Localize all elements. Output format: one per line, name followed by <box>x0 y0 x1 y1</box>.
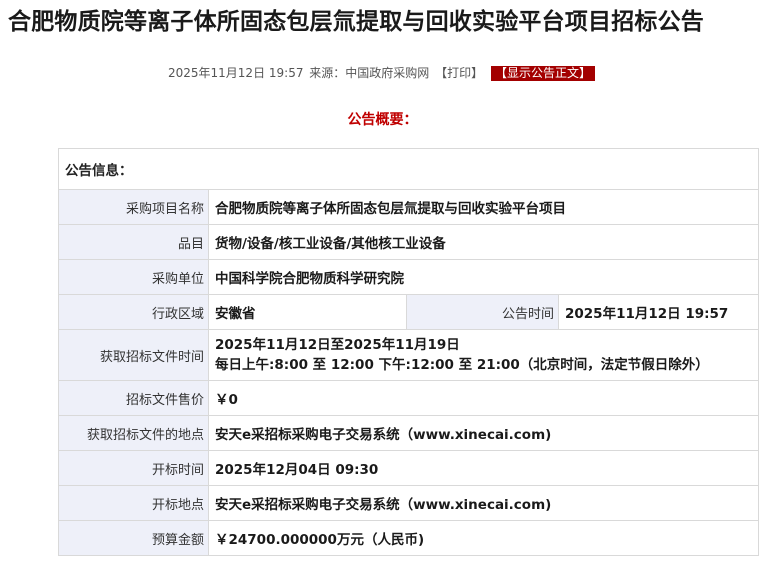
doc-location-label: 获取招标文件的地点 <box>58 415 209 451</box>
table-row: 行政区域 安徽省 公告时间 2025年11月12日 19:57 <box>58 294 759 330</box>
project-name-label: 采购项目名称 <box>58 189 209 225</box>
table-row: 预算金额 ￥24700.000000万元（人民币) <box>58 520 759 556</box>
table-row: 品目 货物/设备/核工业设备/其他核工业设备 <box>58 224 759 260</box>
open-location-value: 安天e采招标采购电子交易系统（www.xinecai.com) <box>208 485 759 521</box>
announcement-info-table: 公告信息： 采购项目名称 合肥物质院等离子体所固态包层氚提取与回收实验平台项目 … <box>58 148 759 556</box>
category-label: 品目 <box>58 224 209 260</box>
table-row: 开标时间 2025年12月04日 09:30 <box>58 450 759 486</box>
table-row: 获取招标文件时间 2025年11月12日至2025年11月19日 每日上午:8:… <box>58 329 759 381</box>
doc-price-label: 招标文件售价 <box>58 380 209 416</box>
doc-price-value: ￥0 <box>208 380 759 416</box>
buyer-label: 采购单位 <box>58 259 209 295</box>
table-row: 开标地点 安天e采招标采购电子交易系统（www.xinecai.com) <box>58 485 759 521</box>
region-label: 行政区域 <box>58 294 209 330</box>
doc-location-value: 安天e采招标采购电子交易系统（www.xinecai.com) <box>208 415 759 451</box>
publish-time-label: 公告时间 <box>406 294 559 330</box>
project-name-value: 合肥物质院等离子体所固态包层氚提取与回收实验平台项目 <box>208 189 759 225</box>
budget-value: ￥24700.000000万元（人民币) <box>208 520 759 556</box>
source-text: 来源：中国政府采购网 <box>309 66 430 80</box>
doc-time-label: 获取招标文件时间 <box>58 329 209 381</box>
open-time-value: 2025年12月04日 09:30 <box>208 450 759 486</box>
publish-datetime: 2025年11月12日 19:57 <box>167 66 304 80</box>
page-title: 合肥物质院等离子体所固态包层氚提取与回收实验平台项目招标公告 <box>8 9 704 35</box>
summary-heading: 公告概要： <box>347 112 418 128</box>
publish-time-value: 2025年11月12日 19:57 <box>558 294 759 330</box>
table-row: 采购单位 中国科学院合肥物质科学研究院 <box>58 259 759 295</box>
buyer-value: 中国科学院合肥物质科学研究院 <box>208 259 759 295</box>
doc-time-value: 2025年11月12日至2025年11月19日 每日上午:8:00 至 12:0… <box>208 329 759 381</box>
info-heading: 公告信息： <box>58 148 759 190</box>
table-row: 获取招标文件的地点 安天e采招标采购电子交易系统（www.xinecai.com… <box>58 415 759 451</box>
doc-time-daily-hours: 每日上午:8:00 至 12:00 下午:12:00 至 21:00（北京时间，… <box>215 357 709 373</box>
info-header-row: 公告信息： <box>58 148 759 190</box>
announcement-meta: 2025年11月12日 19:57 来源：中国政府采购网 【打印】 【显示公告正… <box>0 64 765 82</box>
region-value: 安徽省 <box>208 294 407 330</box>
print-link[interactable]: 【打印】 <box>435 66 483 80</box>
category-value: 货物/设备/核工业设备/其他核工业设备 <box>208 224 759 260</box>
show-announcement-text-button[interactable]: 【显示公告正文】 <box>490 66 595 81</box>
doc-time-date-range: 2025年11月12日至2025年11月19日 <box>215 337 460 353</box>
budget-label: 预算金额 <box>58 520 209 556</box>
table-row: 招标文件售价 ￥0 <box>58 380 759 416</box>
table-row: 采购项目名称 合肥物质院等离子体所固态包层氚提取与回收实验平台项目 <box>58 189 759 225</box>
open-time-label: 开标时间 <box>58 450 209 486</box>
open-location-label: 开标地点 <box>58 485 209 521</box>
